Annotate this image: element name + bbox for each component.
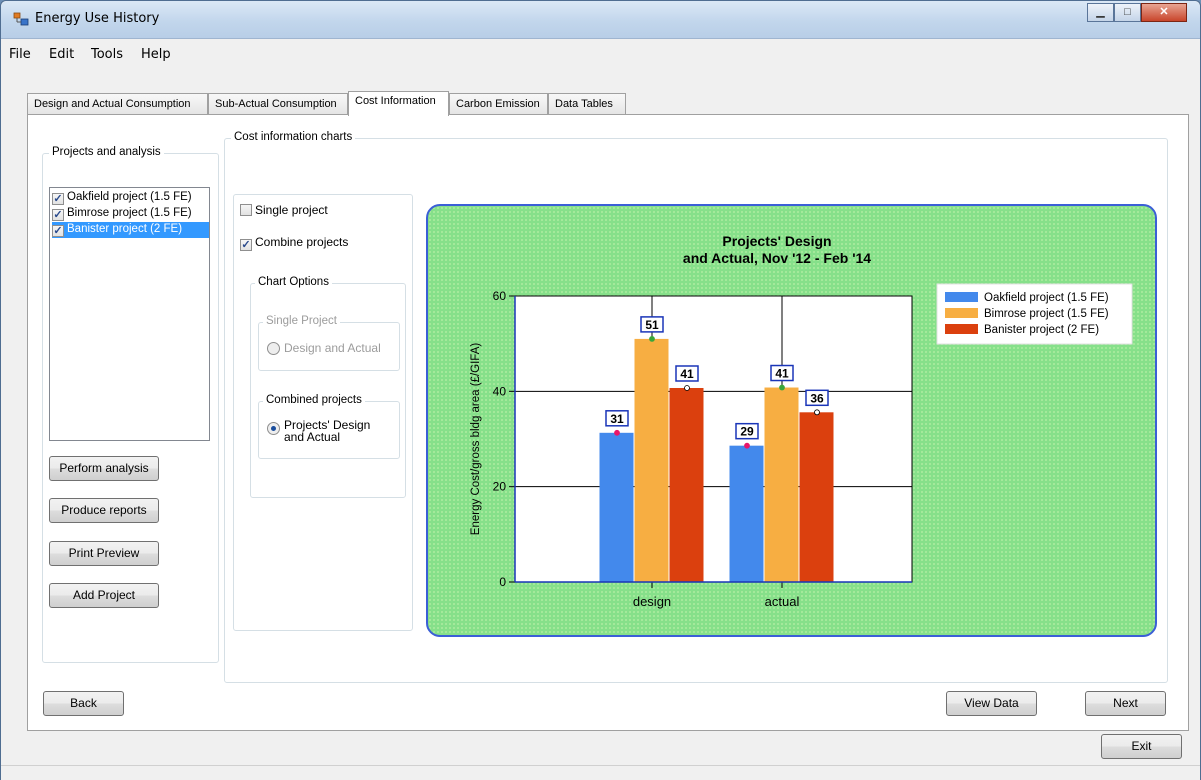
list-item-label: Bimrose project (1.5 FE) (67, 207, 192, 219)
menu-bar: File Edit Tools Help (1, 40, 1200, 70)
window-title: Energy Use History (35, 11, 160, 26)
checkbox-banister[interactable] (52, 225, 64, 237)
menu-tools[interactable]: Tools (91, 47, 123, 62)
design-actual-radio-label: Design and Actual (284, 341, 381, 355)
close-button[interactable]: ✕ (1141, 3, 1187, 22)
minimize-button[interactable]: ▁ (1087, 3, 1114, 22)
maximize-button[interactable]: □ (1114, 3, 1141, 22)
cost-charts-group-label: Cost information charts (231, 131, 356, 143)
legend-label: Banister project (2 FE) (984, 324, 1099, 336)
minimize-icon: ▁ (1096, 6, 1105, 18)
menu-help[interactable]: Help (141, 47, 171, 62)
cost-chart: Projects' Designand Actual, Nov '12 - Fe… (470, 233, 1133, 609)
projects-design-actual-label-2: and Actual (284, 430, 341, 444)
y-tick-label: 0 (499, 575, 506, 589)
tab-cost-information[interactable]: Cost Information (348, 91, 449, 116)
list-item-label: Oakfield project (1.5 FE) (67, 191, 192, 203)
app-icon (13, 12, 29, 26)
bar-marker (779, 384, 785, 391)
back-button[interactable]: Back (43, 691, 124, 716)
menu-file[interactable]: File (9, 47, 31, 62)
list-item-oakfield[interactable]: Oakfield project (1.5 FE) (52, 190, 209, 206)
bar (729, 445, 764, 582)
projects-group-label: Projects and analysis (49, 146, 164, 158)
legend-swatch (945, 308, 978, 318)
checkbox-bimrose[interactable] (52, 209, 64, 221)
design-actual-radio-dot[interactable] (267, 342, 280, 355)
data-label: 29 (740, 425, 754, 439)
y-tick-label: 40 (493, 384, 507, 398)
combine-projects-check[interactable] (240, 239, 252, 251)
data-label: 51 (645, 318, 659, 332)
chart-title-line-2: and Actual, Nov '12 - Feb '14 (683, 250, 871, 266)
produce-reports-button[interactable]: Produce reports (49, 498, 159, 523)
bar (669, 387, 704, 582)
close-icon: ✕ (1159, 6, 1169, 18)
tab-carbon-emission[interactable]: Carbon Emission (449, 93, 548, 115)
exit-button[interactable]: Exit (1101, 734, 1182, 759)
single-project-checkbox[interactable]: Single project (240, 203, 328, 217)
chart-options-label: Chart Options (255, 276, 332, 288)
tab-design-actual[interactable]: Design and Actual Consumption (27, 93, 208, 115)
title-bar[interactable]: Energy Use History ▁ □ ✕ (1, 1, 1200, 39)
bar (634, 338, 669, 582)
project-listbox[interactable]: Oakfield project (1.5 FE) Bimrose projec… (49, 187, 210, 441)
tab-sub-actual[interactable]: Sub-Actual Consumption (208, 93, 348, 115)
single-project-label: Single project (255, 203, 328, 217)
menu-edit[interactable]: Edit (49, 47, 74, 62)
bar (599, 432, 634, 582)
data-label: 41 (680, 367, 694, 381)
checkbox-oakfield[interactable] (52, 193, 64, 205)
y-tick-label: 60 (493, 289, 507, 303)
list-item-label: Banister project (2 FE) (67, 223, 183, 235)
app-window: Energy Use History ▁ □ ✕ File Edit Tools… (0, 0, 1201, 780)
y-axis-label: Energy Cost/gross bldg area (£/GIFA) (470, 343, 482, 536)
x-tick-label: design (633, 594, 671, 609)
x-tick-label: actual (765, 594, 800, 609)
list-item-banister[interactable]: Banister project (2 FE) (52, 222, 209, 238)
tab-data-tables[interactable]: Data Tables (548, 93, 626, 115)
chart-title-line-1: Projects' Design (722, 233, 831, 249)
bar-marker (814, 409, 820, 416)
add-project-button[interactable]: Add Project (49, 583, 159, 608)
single-project-options-label: Single Project (263, 315, 340, 327)
bar-marker (744, 442, 750, 449)
chart-panel: Projects' Design and Actual, Nov '12 - Fe… (426, 204, 1157, 637)
legend-swatch (945, 292, 978, 302)
legend-swatch (945, 324, 978, 334)
data-label: 31 (610, 412, 624, 426)
bar (764, 387, 799, 582)
legend-label: Bimrose project (1.5 FE) (984, 308, 1109, 320)
bar-marker (614, 429, 620, 436)
next-button[interactable]: Next (1085, 691, 1166, 716)
legend-label: Oakfield project (1.5 FE) (984, 292, 1109, 304)
single-project-check[interactable] (240, 204, 252, 216)
list-item-bimrose[interactable]: Bimrose project (1.5 FE) (52, 206, 209, 222)
projects-design-actual-radio[interactable]: Projects' Design and Actual (267, 419, 370, 443)
status-bar (1, 765, 1200, 780)
projects-design-actual-radio-dot[interactable] (267, 422, 280, 435)
combine-projects-checkbox[interactable]: Combine projects (240, 235, 348, 251)
y-tick-label: 20 (493, 480, 507, 494)
data-label: 36 (810, 391, 824, 405)
combine-projects-label: Combine projects (255, 235, 349, 249)
print-preview-button[interactable]: Print Preview (49, 541, 159, 566)
bar-marker (684, 385, 690, 391)
bar (799, 412, 834, 582)
design-actual-radio[interactable]: Design and Actual (267, 341, 381, 355)
plot-area (514, 295, 913, 583)
maximize-icon: □ (1124, 6, 1131, 18)
combined-projects-options-label: Combined projects (263, 394, 365, 406)
perform-analysis-button[interactable]: Perform analysis (49, 456, 159, 481)
view-data-button[interactable]: View Data (946, 691, 1037, 716)
data-label: 41 (775, 367, 789, 381)
bar-marker (649, 335, 655, 342)
